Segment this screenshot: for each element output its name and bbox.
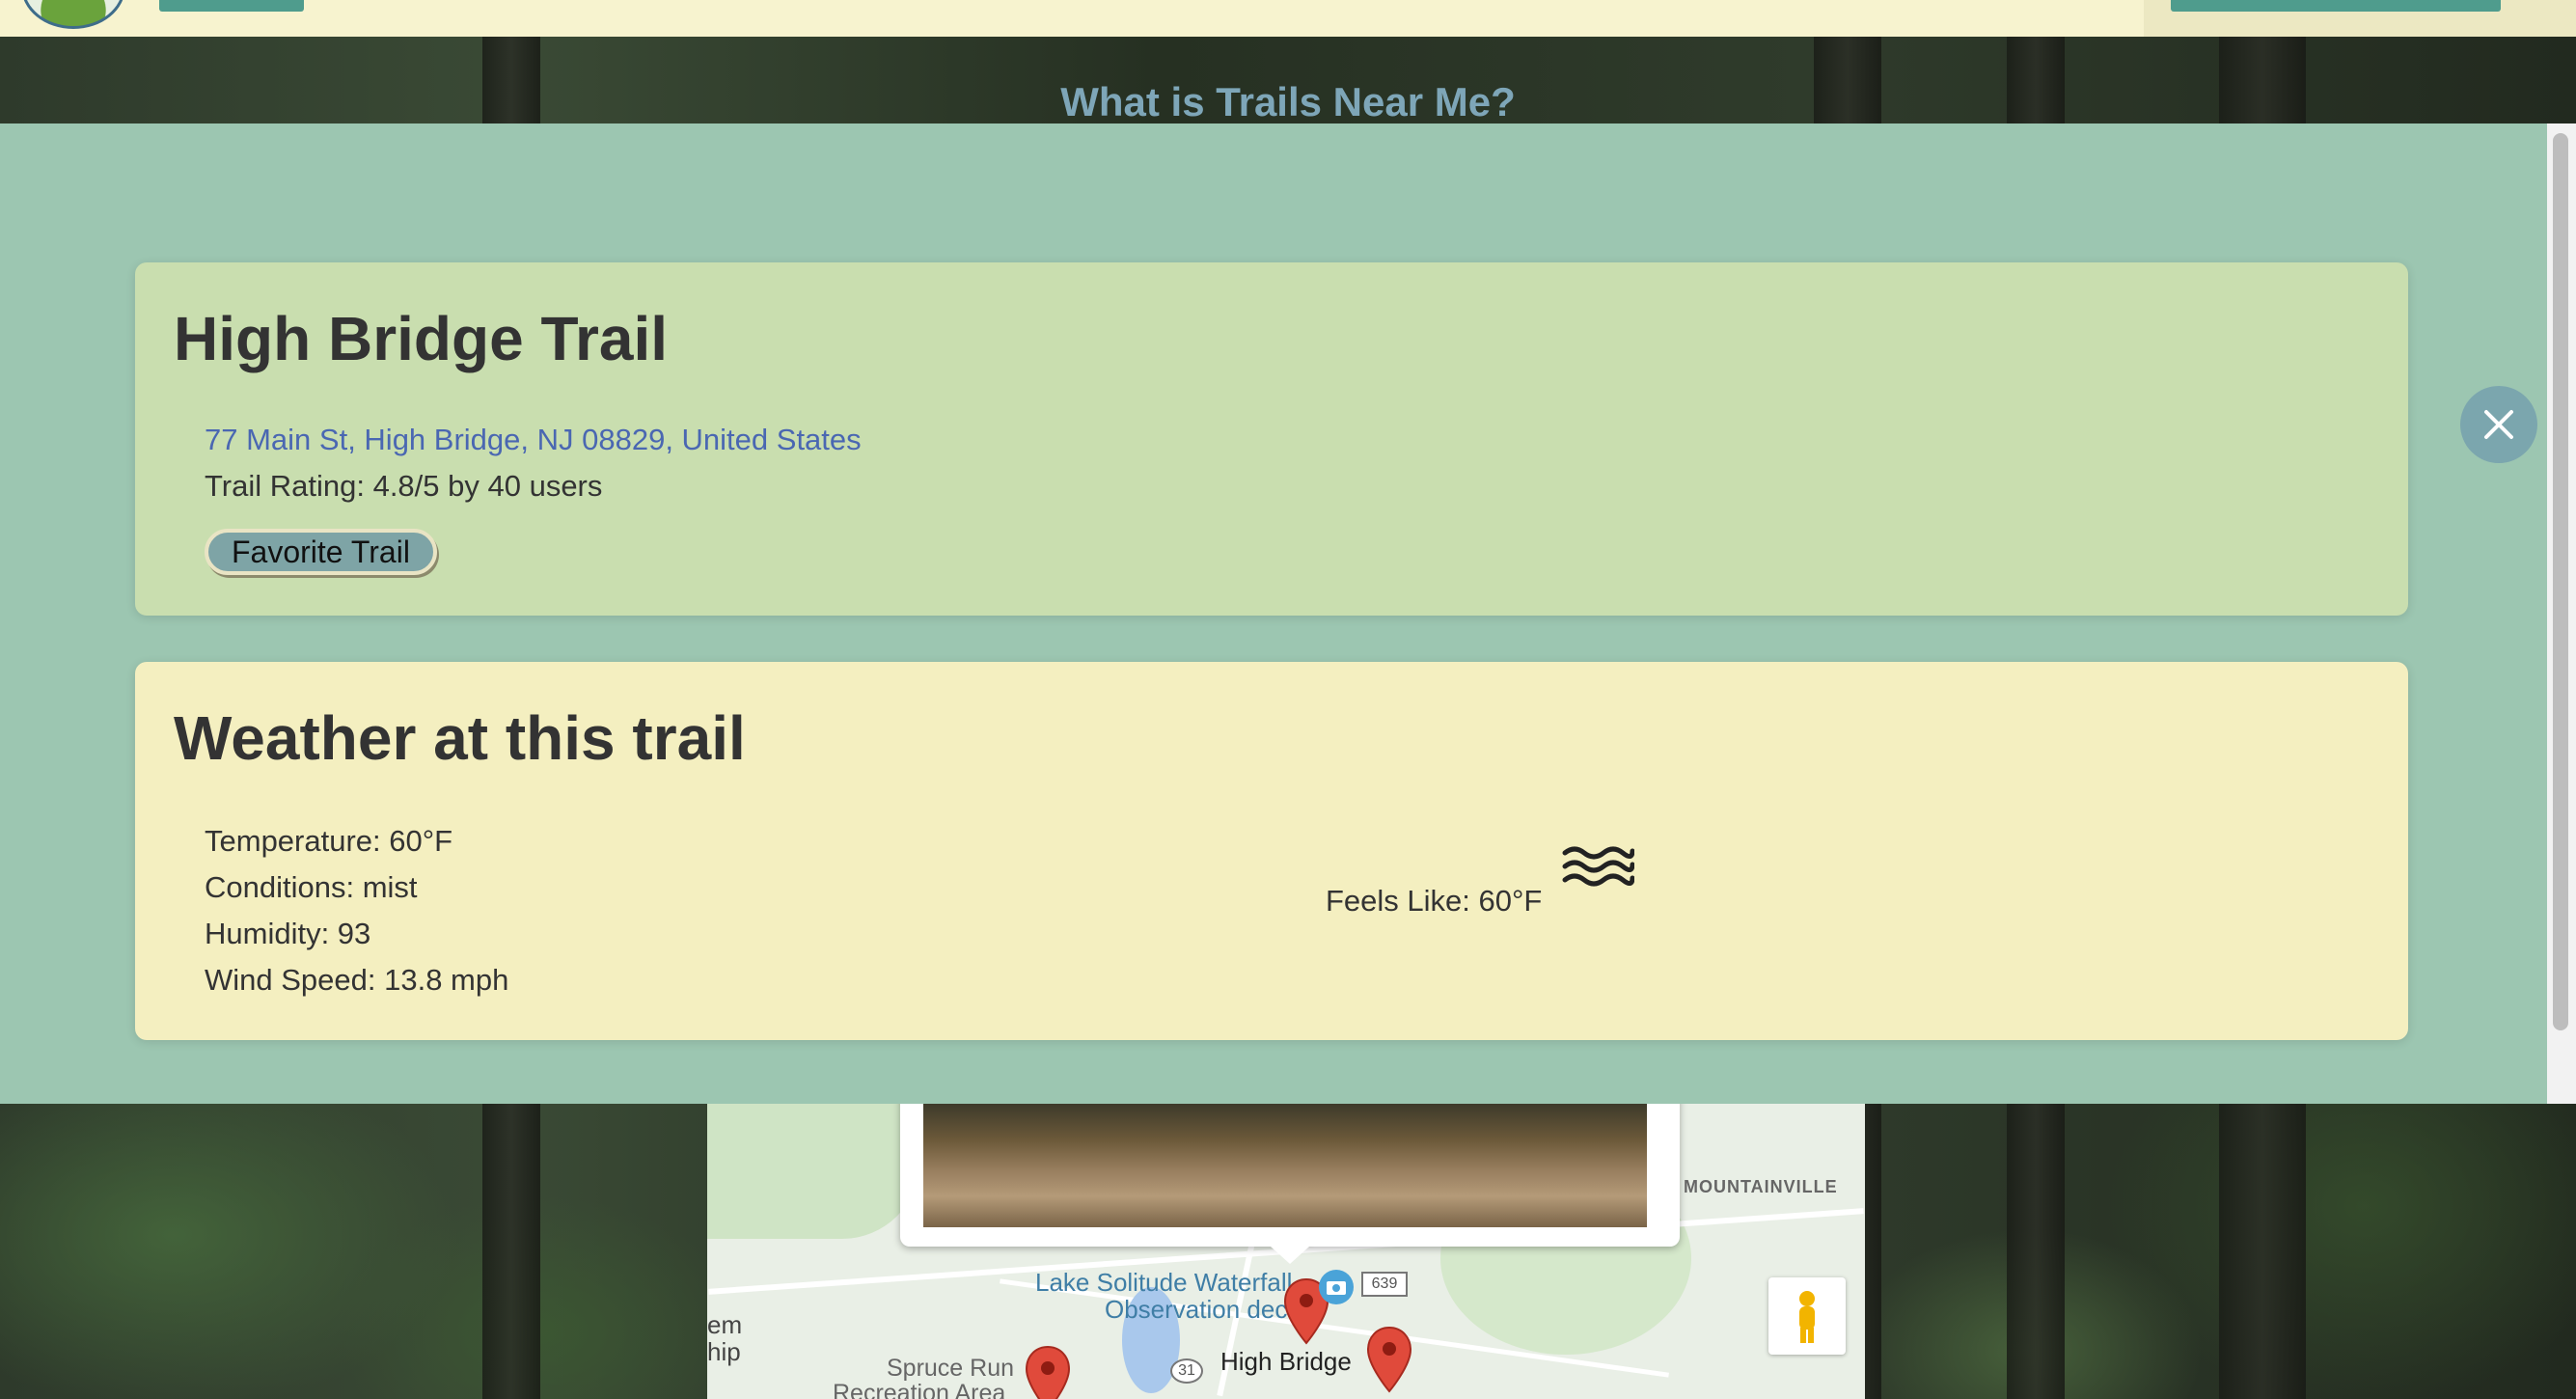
trail-info-card: High Bridge Trail 77 Main St, High Bridg… bbox=[135, 262, 2408, 616]
trail-address-link[interactable]: 77 Main St, High Bridge, NJ 08829, Unite… bbox=[205, 423, 862, 457]
map-label-edge-1: em bbox=[707, 1310, 743, 1339]
map-marker-icon[interactable] bbox=[1365, 1326, 1413, 1393]
street-view-pegman[interactable] bbox=[1768, 1277, 1846, 1355]
map-label-recreation-area: Recreation Area bbox=[833, 1380, 1006, 1399]
map-label-edge-2: hip bbox=[707, 1337, 741, 1366]
map-label-spruce-run: Spruce Run bbox=[887, 1355, 1015, 1382]
weather-wind-speed: Wind Speed: 13.8 mph bbox=[205, 963, 509, 997]
close-icon bbox=[2484, 410, 2513, 439]
route-31-badge: 31 bbox=[1170, 1358, 1203, 1384]
trail-name: High Bridge Trail bbox=[174, 304, 669, 373]
weather-humidity: Humidity: 93 bbox=[205, 917, 371, 950]
map-park-area bbox=[707, 1104, 919, 1239]
trail-map[interactable]: MOUNTAINVILLE Lake Solitude Waterfall Ob… bbox=[707, 1104, 1865, 1399]
close-modal-button[interactable] bbox=[2460, 386, 2537, 463]
nav-button-right[interactable] bbox=[2171, 0, 2501, 12]
camera-poi-icon[interactable] bbox=[1317, 1268, 1356, 1306]
map-label-mountainville: MOUNTAINVILLE bbox=[1684, 1177, 1838, 1196]
trail-photo bbox=[923, 1104, 1647, 1227]
trail-photo-popup[interactable] bbox=[900, 1104, 1680, 1264]
trail-rating: Trail Rating: 4.8/5 by 40 users bbox=[205, 469, 603, 503]
weather-title: Weather at this trail bbox=[174, 703, 746, 773]
weather-card: Weather at this trail Temperature: 60°F … bbox=[135, 662, 2408, 1040]
nav-button[interactable] bbox=[159, 0, 304, 12]
map-marker-icon[interactable] bbox=[1024, 1345, 1072, 1399]
modal-scrollbar-thumb[interactable] bbox=[2553, 133, 2568, 1030]
map-label-lake-line1: Lake Solitude Waterfall bbox=[1035, 1268, 1293, 1297]
map-label-high-bridge: High Bridge bbox=[1220, 1347, 1352, 1376]
weather-conditions: Conditions: mist bbox=[205, 870, 418, 904]
top-navbar-right bbox=[2144, 0, 2576, 37]
hero-heading: What is Trails Near Me? bbox=[1060, 79, 1516, 124]
weather-temperature: Temperature: 60°F bbox=[205, 824, 453, 858]
map-label-lake-line2: Observation deck bbox=[1105, 1295, 1301, 1324]
weather-feels-like: Feels Like: 60°F bbox=[1326, 884, 1543, 918]
route-639-shield: 639 bbox=[1361, 1272, 1408, 1297]
mist-icon bbox=[1562, 846, 1634, 887]
site-logo[interactable] bbox=[21, 0, 125, 29]
top-navbar bbox=[0, 0, 2144, 37]
favorite-trail-button[interactable]: Favorite Trail bbox=[205, 529, 437, 575]
pegman-icon bbox=[1799, 1291, 1815, 1343]
